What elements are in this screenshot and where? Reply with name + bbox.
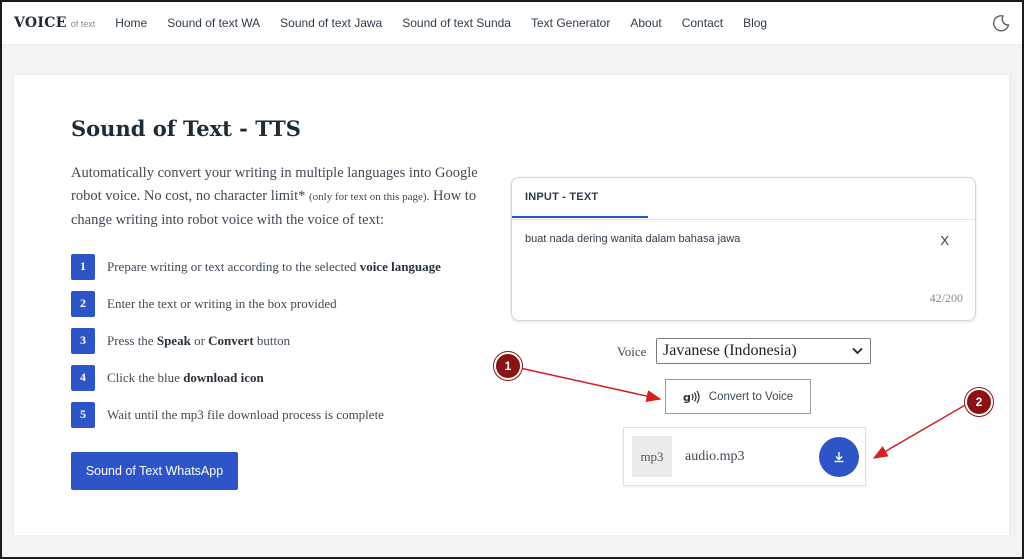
annotation-marker-1: 1 xyxy=(494,352,522,380)
step-text: Click the blue download icon xyxy=(107,369,264,385)
step-number: 1 xyxy=(71,253,95,280)
steps-list: 1 Prepare writing or text according to t… xyxy=(71,248,441,433)
chevron-down-icon xyxy=(852,347,863,355)
convert-to-voice-button[interactable]: g Convert to Voice xyxy=(665,379,811,414)
audio-file-card: mp3 audio.mp3 xyxy=(623,427,866,486)
tab-input-text[interactable]: INPUT - TEXT xyxy=(512,178,648,218)
intro-paragraph: Automatically convert your writing in mu… xyxy=(71,162,506,232)
moon-icon[interactable] xyxy=(992,14,1010,32)
step-number: 3 xyxy=(71,327,95,354)
nav-link-contact[interactable]: Contact xyxy=(682,16,723,30)
nav-link-sound-of-text-sunda[interactable]: Sound of text Sunda xyxy=(402,16,511,30)
top-nav: VOICE of text Home Sound of text WA Soun… xyxy=(2,2,1022,45)
download-icon xyxy=(834,452,844,463)
nav-link-blog[interactable]: Blog xyxy=(743,16,767,30)
nav-link-about[interactable]: About xyxy=(630,16,661,30)
convert-label: Convert to Voice xyxy=(708,390,794,403)
brand-logo[interactable]: VOICE of text xyxy=(14,15,95,31)
step-item: 1 Prepare writing or text according to t… xyxy=(71,248,441,285)
step-text: Prepare writing or text according to the… xyxy=(107,258,441,274)
step-number: 5 xyxy=(71,401,95,428)
sound-of-text-whatsapp-button[interactable]: Sound of Text WhatsApp xyxy=(71,452,238,490)
annotation-marker-2: 2 xyxy=(965,388,993,416)
svg-text:g: g xyxy=(683,391,691,404)
nav-link-sound-of-text-wa[interactable]: Sound of text WA xyxy=(167,16,260,30)
mp3-badge: mp3 xyxy=(632,436,672,477)
step-item: 5 Wait until the mp3 file download proce… xyxy=(71,396,441,433)
step-item: 2 Enter the text or writing in the box p… xyxy=(71,285,441,322)
voice-selected-value: Javanese (Indonesia) xyxy=(663,342,797,359)
speak-icon: g xyxy=(683,390,700,404)
audio-filename: audio.mp3 xyxy=(685,449,745,464)
step-item: 4 Click the blue download icon xyxy=(71,359,441,396)
brand-subtitle: of text xyxy=(70,19,96,29)
nav-link-sound-of-text-jawa[interactable]: Sound of text Jawa xyxy=(280,16,382,30)
nav-link-home[interactable]: Home xyxy=(115,16,147,30)
step-text: Wait until the mp3 file download process… xyxy=(107,406,384,422)
panel-divider xyxy=(512,219,975,220)
intro-small-note: (only for text on this page). xyxy=(308,191,430,203)
character-counter: 42/200 xyxy=(929,291,963,305)
input-text-panel: INPUT - TEXT buat nada dering wanita dal… xyxy=(511,177,976,321)
nav-link-text-generator[interactable]: Text Generator xyxy=(531,16,610,30)
step-text: Enter the text or writing in the box pro… xyxy=(107,295,337,311)
clear-text-button[interactable]: X xyxy=(940,233,949,248)
download-button[interactable] xyxy=(819,437,859,477)
step-number: 4 xyxy=(71,364,95,391)
text-input[interactable]: buat nada dering wanita dalam bahasa jaw… xyxy=(525,233,740,245)
brand-name: VOICE xyxy=(14,15,67,31)
step-item: 3 Press the Speak or Convert button xyxy=(71,322,441,359)
step-number: 2 xyxy=(71,290,95,317)
step-text: Press the Speak or Convert button xyxy=(107,332,291,348)
nav-menu: Home Sound of text WA Sound of text Jawa… xyxy=(115,16,787,30)
voice-label: Voice xyxy=(617,344,647,359)
voice-select[interactable]: Javanese (Indonesia) xyxy=(656,338,871,364)
page-title: Sound of Text - TTS xyxy=(71,116,301,141)
